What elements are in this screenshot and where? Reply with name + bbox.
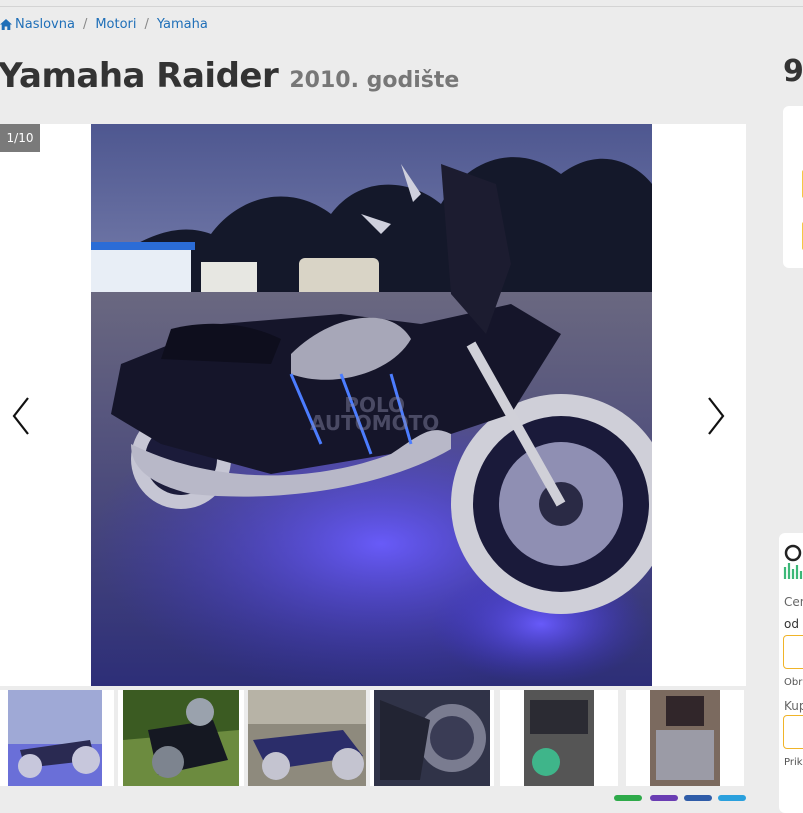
- financing-button[interactable]: [783, 635, 803, 669]
- chevron-left-icon[interactable]: [10, 396, 34, 436]
- breadcrumb-separator: /: [82, 17, 88, 32]
- thumbnail-strip: [0, 690, 746, 786]
- listing-title-main: Yamaha Raider: [0, 56, 279, 96]
- thumbnail[interactable]: [118, 690, 244, 786]
- financing-label-obra: Obra: [784, 677, 803, 688]
- price-value: 9: [783, 54, 803, 89]
- financing-button-2[interactable]: [783, 715, 803, 749]
- breadcrumb: Naslovna / Motori / Yamaha: [0, 17, 208, 32]
- photo-watermark: POLO AUTOMOTO: [310, 393, 440, 435]
- financing-label-prik: Prika: [784, 757, 803, 768]
- action-bar-peek: [0, 792, 746, 801]
- breadcrumb-home-link[interactable]: Naslovna: [15, 17, 75, 32]
- financing-logo: [783, 544, 803, 579]
- thumbnail[interactable]: [500, 690, 618, 786]
- photo-gallery[interactable]: 1/10 POLO AUTOMOTO: [0, 124, 746, 686]
- home-icon: [0, 19, 12, 30]
- listing-year: 2010. godište: [289, 68, 460, 93]
- photo-counter: 1/10: [0, 124, 40, 152]
- breadcrumb-yamaha-link[interactable]: Yamaha: [157, 17, 208, 32]
- chevron-right-icon[interactable]: [703, 396, 727, 436]
- breadcrumb-separator: /: [144, 17, 149, 32]
- thumbnail[interactable]: [0, 690, 114, 786]
- financing-price-label: Cen: [784, 595, 803, 609]
- breadcrumb-motori-link[interactable]: Motori: [95, 17, 136, 32]
- thumbnail[interactable]: [626, 690, 744, 786]
- seller-card: [783, 106, 803, 268]
- financing-from-label: od: [784, 617, 799, 631]
- financing-card: Cen od Obra Kup Prika: [779, 533, 803, 813]
- listing-title: Yamaha Raider 2010. godište: [0, 56, 459, 96]
- financing-label-kup: Kup: [784, 699, 803, 713]
- header-divider: [0, 6, 803, 7]
- thumbnail[interactable]: [370, 690, 494, 786]
- thumbnail[interactable]: [248, 690, 366, 786]
